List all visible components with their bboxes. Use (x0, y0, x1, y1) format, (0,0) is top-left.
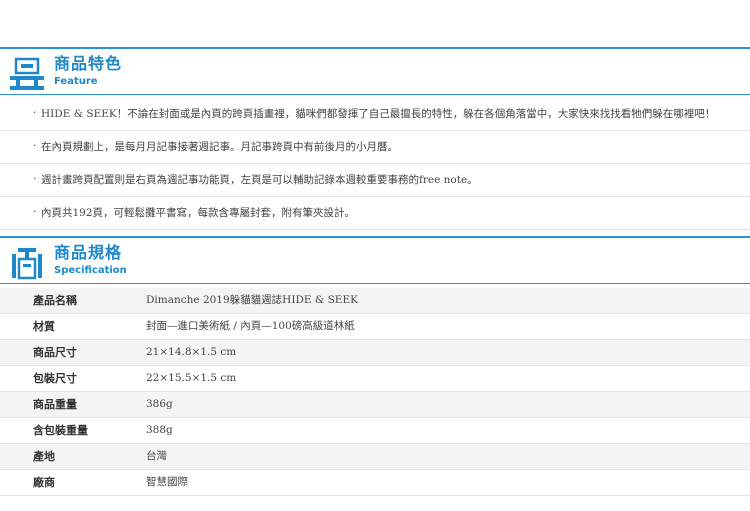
spec-label: 產品名稱 (33, 294, 77, 307)
spec-label: 產地 (33, 450, 55, 463)
table-row: 包裝尺寸 22×15.5×1.5 cm (0, 366, 750, 392)
feature-text: 內頁共192頁，可輕鬆攤平書寫，每款含專屬封套，附有筆夾設計。 (41, 207, 356, 219)
feature-item: · 內頁共192頁，可輕鬆攤平書寫，每款含專屬封套，附有筆夾設計。 (0, 197, 750, 230)
spec-value: 台灣 (146, 450, 167, 462)
table-row: 含包裝重量 388g (0, 418, 750, 444)
feature-item: · HIDE & SEEK！不論在封面或是內頁的跨頁插畫裡，貓咪們都發揮了自己最… (0, 98, 750, 131)
bullet-dot: · (33, 205, 37, 218)
feature-item: · 在內頁規劃上，是每月月記事接著週記事。月記事跨頁中有前後月的小月曆。 (0, 131, 750, 164)
feature-top-divider (0, 47, 750, 49)
spec-label: 商品重量 (33, 398, 77, 411)
spec-label: 商品尺寸 (33, 346, 77, 359)
table-row: 廠商 智慧國際 (0, 470, 750, 496)
feature-bottom-divider (0, 94, 750, 95)
table-row: 材質 封面—進口美術紙 / 內頁—100磅高級道林紙 (0, 314, 750, 340)
bullet-dot: · (33, 139, 37, 152)
spec-value: 封面—進口美術紙 / 內頁—100磅高級道林紙 (146, 320, 355, 332)
feature-subtitle: Feature (54, 76, 98, 87)
spec-label: 材質 (33, 320, 55, 333)
table-row: 產地 台灣 (0, 444, 750, 470)
product-box-icon (8, 57, 46, 91)
feature-item: · 週計畫跨頁配置則是右頁為週記事功能頁，左頁是可以輔助記錄本週較重要事務的fr… (0, 164, 750, 197)
spec-table: 產品名稱 Dimanche 2019躲貓貓週誌HIDE & SEEK 材質 封面… (0, 288, 750, 496)
feature-text: 週計畫跨頁配置則是右頁為週記事功能頁，左頁是可以輔助記錄本週較重要事務的free… (41, 174, 478, 186)
feature-text: HIDE & SEEK！不論在封面或是內頁的跨頁插畫裡，貓咪們都發揮了自己最擅長… (41, 108, 716, 120)
spec-top-divider (0, 236, 750, 238)
spec-label: 廠商 (33, 476, 55, 489)
measurement-box-icon (8, 246, 46, 280)
feature-title: 商品特色 (54, 54, 123, 73)
table-row: 商品重量 386g (0, 392, 750, 418)
feature-text: 在內頁規劃上，是每月月記事接著週記事。月記事跨頁中有前後月的小月曆。 (41, 141, 398, 153)
spec-title: 商品規格 (54, 243, 123, 262)
spec-label: 含包裝重量 (33, 424, 88, 437)
spec-value: 21×14.8×1.5 cm (146, 346, 237, 358)
table-row: 產品名稱 Dimanche 2019躲貓貓週誌HIDE & SEEK (0, 288, 750, 314)
bullet-dot: · (33, 106, 37, 119)
spec-value: 22×15.5×1.5 cm (146, 372, 237, 384)
feature-list: · HIDE & SEEK！不論在封面或是內頁的跨頁插畫裡，貓咪們都發揮了自己最… (0, 98, 750, 230)
table-row: 商品尺寸 21×14.8×1.5 cm (0, 340, 750, 366)
spec-label: 包裝尺寸 (33, 372, 77, 385)
spec-subtitle: Specification (54, 265, 127, 276)
spec-section-header: 商品規格 Specification (0, 236, 750, 286)
spec-bottom-divider (0, 283, 750, 284)
feature-section-header: 商品特色 Feature (0, 47, 750, 97)
spec-value: 智慧國際 (146, 476, 188, 488)
spec-value: 386g (146, 398, 173, 410)
spec-value: Dimanche 2019躲貓貓週誌HIDE & SEEK (146, 294, 358, 306)
bullet-dot: · (33, 172, 37, 185)
spec-value: 388g (146, 424, 173, 436)
